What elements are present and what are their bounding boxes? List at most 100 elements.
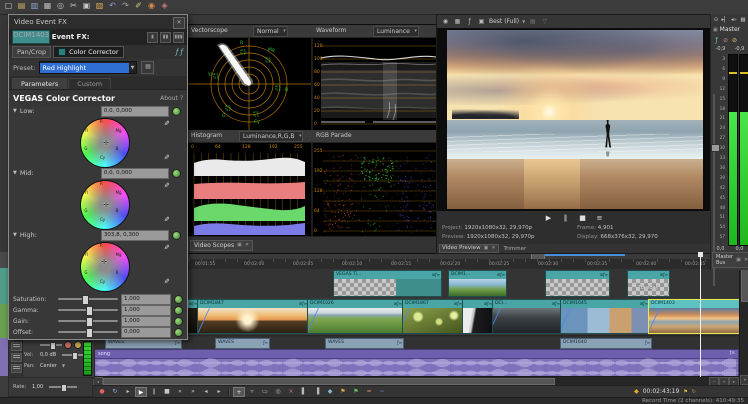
loop-icon[interactable]: ↻ bbox=[692, 389, 696, 395]
video-event[interactable]: ⊞ƒ≡ bbox=[462, 299, 494, 334]
rate-slider[interactable] bbox=[49, 386, 77, 388]
color-wheel[interactable]: RMgBCyGYl✛ bbox=[80, 242, 130, 292]
next-frame-button[interactable]: ▸ bbox=[213, 387, 225, 397]
dock-strip-teal[interactable] bbox=[0, 268, 8, 304]
slider-track[interactable] bbox=[58, 298, 118, 300]
trim-end-button[interactable]: ▐ bbox=[311, 387, 323, 397]
insert-marker-button[interactable]: ⚑ bbox=[337, 387, 349, 397]
eyedropper-complementary-icon[interactable]: ✎ bbox=[162, 244, 170, 250]
copy-icon[interactable]: ▣ bbox=[81, 1, 92, 11]
eyedropper-icon[interactable]: ✎ bbox=[162, 278, 170, 284]
preview-quality-dropdown[interactable]: Best (Full) bbox=[489, 18, 519, 25]
envelope-button[interactable]: ~ bbox=[376, 387, 388, 397]
auto-ripple-button[interactable]: ≈ bbox=[363, 387, 375, 397]
slider-track[interactable] bbox=[58, 320, 118, 322]
slider-track[interactable] bbox=[58, 331, 118, 333]
eyedropper-complementary-icon[interactable]: ✎ bbox=[162, 120, 170, 126]
master-solo-icon[interactable]: ⊘ bbox=[731, 36, 738, 46]
histogram-mode-dropdown[interactable]: Luminance,R,G,B bbox=[239, 131, 303, 142]
preview-stop-icon[interactable]: ■ bbox=[578, 213, 588, 223]
color-wheel[interactable]: RMgBCyGYl✛ bbox=[80, 118, 130, 168]
waveform-mode-dropdown[interactable]: Luminance bbox=[373, 26, 419, 37]
mute-button[interactable] bbox=[64, 341, 72, 349]
master-fx-icon[interactable]: ƒ bbox=[713, 36, 720, 46]
fx-window-titlebar[interactable]: Video Event FX ✕ bbox=[9, 15, 187, 30]
slider-reset-button[interactable] bbox=[174, 306, 183, 315]
redo-icon[interactable]: ↷ bbox=[120, 1, 131, 11]
dock-icon[interactable]: ▣ bbox=[736, 257, 741, 263]
horizontal-scroll-thumb[interactable] bbox=[103, 378, 555, 385]
event-icons[interactable]: ⊞ƒ≡ bbox=[497, 271, 506, 279]
preview-menu-icon[interactable]: ≡ bbox=[595, 213, 605, 223]
volume-slider[interactable] bbox=[62, 354, 84, 356]
tab-pan-crop[interactable]: Pan/Crop bbox=[12, 46, 51, 58]
wheel-value-field[interactable]: 0,0, 0,000 bbox=[101, 106, 169, 117]
marker-tool-icon[interactable]: ⚑ bbox=[683, 389, 687, 395]
play-button[interactable]: ▶ bbox=[135, 387, 147, 397]
playhead[interactable] bbox=[700, 252, 701, 377]
color-wheel[interactable]: RMgBCyGYl✛ bbox=[80, 180, 130, 230]
pan-dropdown-icon[interactable]: ▼ bbox=[62, 363, 65, 368]
opacity-envelope[interactable] bbox=[649, 308, 660, 333]
track-menu-icon[interactable] bbox=[11, 353, 22, 362]
plugin-layout-icon[interactable]: ▮ bbox=[147, 32, 158, 43]
plugin-layout-3-icon[interactable]: ▮▮▮ bbox=[173, 32, 184, 43]
slider-thumb[interactable] bbox=[86, 328, 93, 338]
slider-reset-button[interactable] bbox=[174, 295, 183, 304]
overlay-event[interactable]: ⊞ƒ≡Tuesday bbox=[627, 270, 670, 297]
tab-trimmer[interactable]: Trimmer bbox=[501, 246, 530, 252]
playhead-handle[interactable] bbox=[698, 252, 703, 257]
collapse-icon[interactable]: ▼ bbox=[13, 108, 17, 114]
paste-icon[interactable]: ▨ bbox=[94, 1, 105, 11]
slider-reset-button[interactable] bbox=[174, 328, 183, 337]
slider-track[interactable] bbox=[58, 309, 118, 311]
loop-region[interactable] bbox=[545, 254, 625, 256]
collapse-icon[interactable]: ▼ bbox=[13, 170, 17, 176]
slider-reset-button[interactable] bbox=[174, 317, 183, 326]
wheel-reset-button[interactable] bbox=[172, 107, 181, 116]
open-icon[interactable]: ▤ bbox=[16, 1, 27, 11]
video-event[interactable]: DCIM1645⊞ƒ≡ bbox=[560, 299, 650, 334]
copy-snapshot-icon[interactable]: ▤ bbox=[528, 17, 537, 27]
dock-icon[interactable]: ▣ bbox=[237, 242, 242, 248]
play-from-start-button[interactable]: ▸ bbox=[122, 387, 134, 397]
event-icons[interactable]: ƒ≡ bbox=[397, 339, 403, 347]
go-to-end-button[interactable]: » bbox=[187, 387, 199, 397]
eyedropper-icon[interactable]: ✎ bbox=[162, 154, 170, 160]
tab-parameters[interactable]: Parameters bbox=[12, 78, 67, 89]
event-icons[interactable]: ƒ≡ bbox=[645, 339, 651, 347]
event-icons[interactable]: ⊞ƒ≡ bbox=[600, 271, 609, 279]
music-track[interactable]: song ƒ≡ bbox=[93, 349, 739, 377]
plugin-layout-2-icon[interactable]: ▮▮ bbox=[160, 32, 171, 43]
tab-color-corrector[interactable]: Color Corrector bbox=[53, 46, 123, 58]
event-icons[interactable]: ⊞ƒ≡ bbox=[432, 271, 441, 279]
wheel-crosshair[interactable]: ✛ bbox=[103, 140, 109, 147]
event-icons[interactable]: ⊞ƒ≡ bbox=[660, 271, 669, 279]
vectorscope-mode-dropdown[interactable]: Normal bbox=[253, 26, 288, 37]
add-fx-icon[interactable]: ƒ ƒ bbox=[176, 48, 187, 56]
enable-snapping-button[interactable]: ◆ bbox=[324, 387, 336, 397]
opacity-envelope[interactable] bbox=[308, 308, 318, 333]
cut-icon[interactable]: ✂ bbox=[68, 1, 79, 11]
save-snapshot-icon[interactable]: ▽ bbox=[540, 17, 549, 27]
zoom-in-button[interactable]: + bbox=[719, 377, 729, 385]
chevron-down-icon[interactable]: ▼ bbox=[129, 65, 137, 71]
slider-thumb[interactable] bbox=[86, 306, 93, 316]
preview-device-icon[interactable]: ▣ bbox=[477, 17, 486, 27]
pause-button[interactable]: ∥ bbox=[148, 387, 160, 397]
slider-value-field[interactable]: 1,000 bbox=[121, 294, 171, 305]
dock-strip-purple[interactable] bbox=[0, 338, 8, 376]
slider-value-field[interactable]: 0,000 bbox=[121, 327, 171, 338]
preview-pause-icon[interactable]: ∥ bbox=[561, 213, 571, 223]
audio-event[interactable]: WAVESƒ≡ bbox=[325, 338, 404, 349]
close-icon[interactable]: ✕ bbox=[744, 257, 748, 263]
scroll-right-button[interactable]: ▸ bbox=[729, 377, 739, 385]
slider-thumb[interactable] bbox=[86, 317, 93, 327]
video-event[interactable]: DCIM1867⊞ƒ≡ bbox=[402, 299, 464, 334]
timeline[interactable]: 00:01:5500:02:0000:02:0500:02:1000:02:15… bbox=[93, 252, 739, 385]
opacity-envelope[interactable] bbox=[493, 308, 501, 333]
dock-strip[interactable] bbox=[0, 252, 8, 268]
close-icon[interactable]: ✕ bbox=[245, 242, 249, 248]
video-event[interactable]: DCIM1403⊞ƒ≡ bbox=[648, 299, 739, 334]
opacity-envelope[interactable] bbox=[198, 308, 210, 333]
